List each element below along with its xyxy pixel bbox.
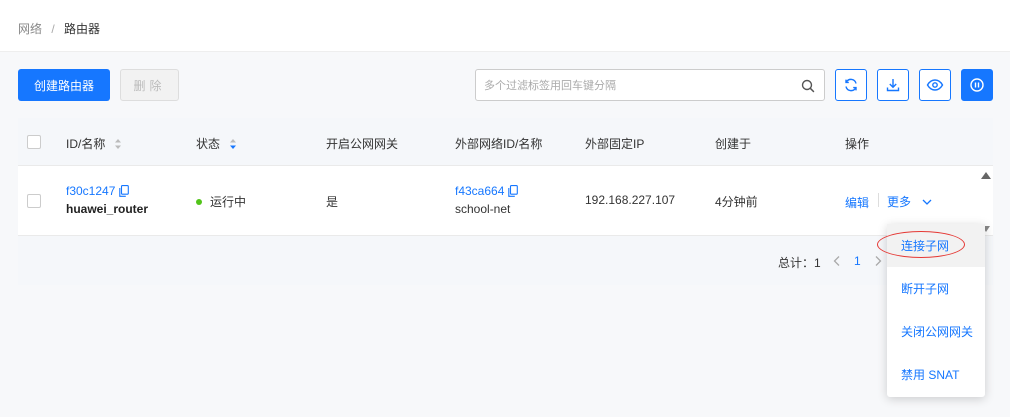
status-text: 运行中 — [210, 195, 247, 209]
next-page-icon[interactable] — [873, 255, 883, 267]
action-divider — [878, 193, 879, 207]
total-count: 总计：1 — [778, 254, 821, 271]
public-gateway-value: 是 — [326, 195, 339, 209]
created-value: 4分钟前 — [715, 195, 758, 209]
table-footer: 总计：1 1 — [18, 236, 993, 285]
select-all-checkbox[interactable] — [27, 135, 41, 149]
column-visibility-button[interactable] — [919, 69, 951, 101]
menu-item-disable-public-gateway[interactable]: 关闭公网网关 — [887, 310, 985, 353]
external-ip-value: 192.168.227.107 — [585, 193, 676, 207]
external-network-name: school-net — [455, 202, 511, 216]
column-header-actions: 操作 — [845, 137, 870, 151]
router-name: huawei_router — [66, 202, 149, 216]
annotation-highlight — [877, 231, 965, 258]
current-page[interactable]: 1 — [854, 254, 861, 268]
pause-button[interactable] — [961, 69, 993, 101]
table-row[interactable]: f30c1247 huawei_router 运行中 是 f43ca664 sc… — [18, 166, 993, 236]
topbar: 网络 / 路由器 — [0, 0, 1010, 52]
chevron-down-icon — [922, 199, 932, 205]
router-id-cell: f30c1247 — [66, 184, 130, 198]
column-header-external-network: 外部网络ID/名称 — [455, 137, 543, 151]
menu-item-disable-snat[interactable]: 禁用 SNAT — [887, 353, 985, 396]
search-input[interactable] — [484, 77, 784, 95]
router-table: ID/名称 状态 开启公网网关 外部网络ID/名称 外部固定IP 创建于 操作 … — [18, 118, 993, 285]
total-label: 总计： — [778, 256, 815, 270]
download-icon — [886, 79, 900, 92]
breadcrumb-network[interactable]: 网络 — [18, 22, 42, 36]
column-header-id-name[interactable]: ID/名称 — [66, 135, 123, 152]
table-header: ID/名称 状态 开启公网网关 外部网络ID/名称 外部固定IP 创建于 操作 — [18, 118, 993, 166]
column-header-status[interactable]: 状态 — [196, 135, 238, 152]
column-header-label: ID/名称 — [66, 137, 106, 151]
column-header-label: 状态 — [196, 137, 221, 151]
search-box[interactable] — [475, 69, 825, 101]
sort-icon[interactable] — [113, 137, 123, 151]
column-header-external-ip: 外部固定IP — [585, 137, 645, 151]
more-actions-button[interactable]: 更多 — [887, 193, 932, 210]
copy-icon[interactable] — [508, 185, 519, 197]
router-id-link[interactable]: f30c1247 — [66, 184, 115, 198]
column-header-public-gateway: 开启公网网关 — [326, 137, 399, 151]
scroll-up-arrow-icon[interactable] — [981, 172, 991, 179]
copy-icon[interactable] — [119, 185, 130, 197]
status-dot-icon — [196, 199, 202, 205]
external-network-id-link[interactable]: f43ca664 — [455, 184, 504, 198]
breadcrumb-current: 路由器 — [64, 22, 101, 36]
prev-page-icon[interactable] — [832, 255, 842, 267]
sort-desc-icon[interactable] — [228, 137, 238, 151]
row-checkbox[interactable] — [27, 194, 41, 208]
breadcrumb-separator: / — [51, 22, 55, 36]
status-cell: 运行中 — [196, 193, 246, 210]
refresh-button[interactable] — [835, 69, 867, 101]
delete-button[interactable]: 删除 — [120, 69, 179, 101]
refresh-icon — [845, 78, 857, 92]
external-network-id-cell: f43ca664 — [455, 184, 519, 198]
column-header-created: 创建于 — [715, 137, 752, 151]
create-router-button[interactable]: 创建路由器 — [18, 69, 110, 101]
total-value: 1 — [814, 256, 821, 270]
more-actions-label: 更多 — [887, 195, 912, 209]
download-button[interactable] — [877, 69, 909, 101]
eye-icon — [926, 79, 944, 91]
breadcrumb: 网络 / 路由器 — [18, 20, 100, 37]
menu-item-disconnect-subnet[interactable]: 断开子网 — [887, 267, 985, 310]
search-icon[interactable] — [800, 78, 816, 94]
pause-icon — [970, 78, 984, 92]
edit-link[interactable]: 编辑 — [845, 194, 869, 211]
